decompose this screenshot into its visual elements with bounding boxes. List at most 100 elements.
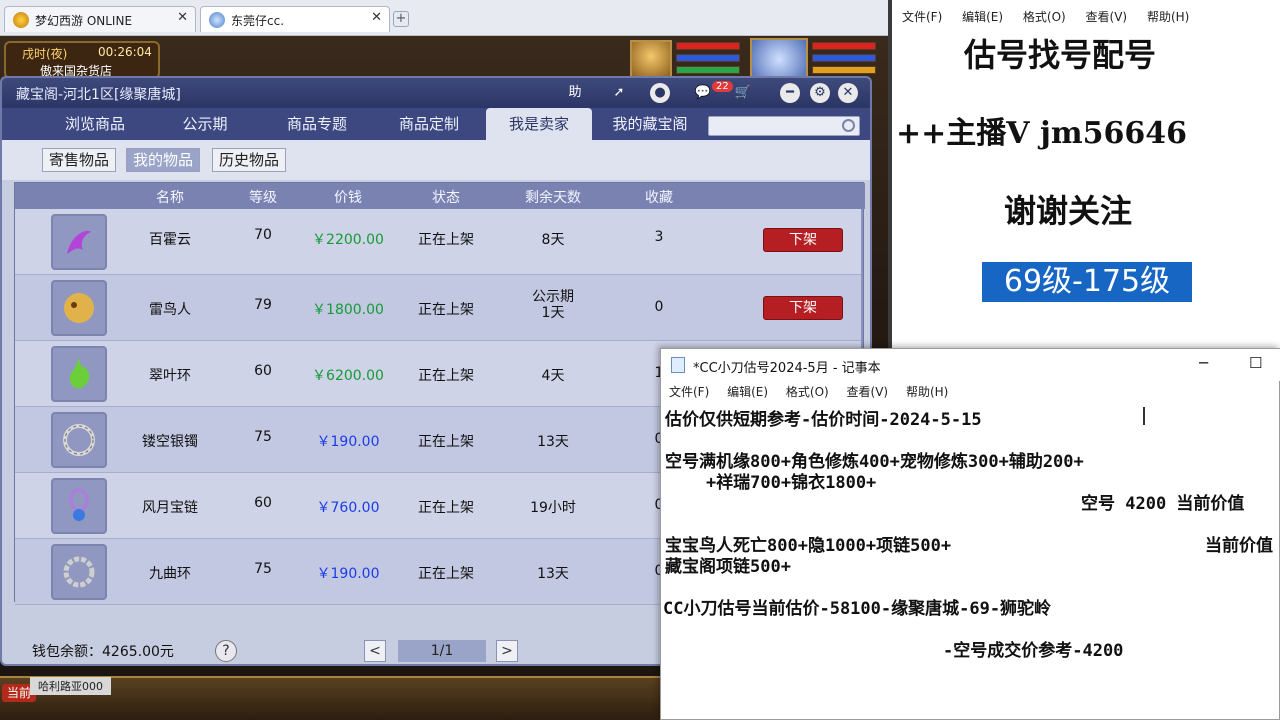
item-icon [51,346,107,402]
tab-browse[interactable]: 浏览商品 [40,108,150,140]
chat-player-name: 哈利路亚000 [30,677,111,695]
wallet-balance: 钱包余额：4265.00元 [32,644,174,660]
text-line: CC小刀估号当前估价-58100-缘聚唐城-69-狮驼岭 [663,599,1052,619]
table-row[interactable]: 雷鸟人 79 ￥1800.00 正在上架 公示期 1天 0 下架 [15,275,861,341]
exp-bar [676,66,740,74]
notepad-line: 谢谢关注 [1004,192,1133,230]
text-line: 空号 4200 当前价值 [1081,494,1245,514]
item-days: 19小时 [530,500,576,516]
next-page-button[interactable]: > [496,640,518,662]
item-status: 正在上架 [418,566,474,582]
minimize-icon[interactable]: ─ [1199,354,1208,372]
item-favorites: 0 [654,299,664,315]
settings-icon[interactable]: ⚙ [810,83,830,103]
notepad-menu-bar: 文件(F) 编辑(E) 格式(O) 查看(V) 帮助(H) [661,383,954,400]
item-favorites: 3 [654,229,664,245]
menu-edit[interactable]: 编辑(E) [962,10,1003,24]
item-level: 75 [254,429,272,445]
subtab-history[interactable]: 历史物品 [212,148,287,172]
minimize-icon[interactable]: ━ [780,83,800,103]
item-name: 翠叶环 [149,368,191,384]
search-icon[interactable] [842,119,855,132]
item-days: 8天 [541,232,565,248]
new-tab-button[interactable]: + [393,11,409,27]
column-name: 名称 [156,190,184,206]
notepad-icon [671,357,685,373]
item-level: 75 [254,561,272,577]
menu-view[interactable]: 查看(V) [847,385,889,399]
column-days: 剩余天数 [525,190,581,206]
notepad-titlebar: *CC小刀估号2024-5月 - 记事本 ─ ☐ [661,349,1280,381]
item-level: 70 [254,227,272,243]
sub-tabs: 寄售物品 我的物品 历史物品 [2,140,870,180]
item-name: 百霍云 [149,232,191,248]
browser-tab-mhxy[interactable]: 梦幻西游 ONLINE ✕ [4,6,196,32]
item-level: 60 [254,495,272,511]
close-icon[interactable]: ✕ [371,10,382,25]
column-price: 价钱 [334,190,362,206]
item-icon [51,544,107,600]
menu-edit[interactable]: 编辑(E) [727,385,768,399]
table-row[interactable]: 百霍云 70 ￥2200.00 正在上架 8天 3 下架 [15,209,861,275]
text-line: -空号成交价参考-4200 [943,641,1124,661]
menu-format[interactable]: 格式(O) [786,385,829,399]
item-days: 4天 [541,368,565,384]
tab-topics[interactable]: 商品专题 [260,108,374,140]
hp-bar [812,42,876,50]
search-input[interactable] [708,116,860,136]
column-status: 状态 [432,190,460,206]
item-price: ￥190.00 [316,566,380,582]
time-value: 00:26:04 [98,45,152,59]
table-header: 名称 等级 价钱 状态 剩余天数 收藏 [15,183,865,209]
text-line: 藏宝阁项链500+ [665,557,791,577]
item-price: ￥6200.00 [312,368,384,384]
item-price: ￥1800.00 [312,302,384,318]
tab-announce[interactable]: 公示期 [150,108,260,140]
game-logo-icon [13,12,29,28]
close-icon[interactable]: ✕ [177,10,188,25]
tab-my-pavilion[interactable]: 我的藏宝阁 [594,108,706,140]
tab-custom[interactable]: 商品定制 [374,108,484,140]
notepad-line: 估号找号配号 [964,36,1157,74]
notepad-title: *CC小刀估号2024-5月 - 记事本 [693,361,881,376]
item-icon [51,280,107,336]
record-icon[interactable]: ● [650,83,670,103]
game-clock: 戌时(夜) 00:26:04 傲来国杂货店 [4,41,160,79]
item-price: ￥190.00 [316,434,380,450]
subtab-my-items[interactable]: 我的物品 [126,148,201,172]
menu-format[interactable]: 格式(O) [1023,10,1066,24]
item-icon [51,412,107,468]
browser-tab-dgz[interactable]: 东莞仔cc. ✕ [200,6,390,32]
help-button[interactable]: 助 [564,83,586,103]
browser-tab-label: 梦幻西游 ONLINE [35,14,133,28]
close-icon[interactable]: ✕ [838,83,858,103]
chat-bubble-icon[interactable]: 💬 [692,83,714,103]
cart-icon[interactable]: 🛒 [732,83,754,103]
menu-file[interactable]: 文件(F) [902,10,942,24]
mp-bar [676,54,740,62]
time-period: 戌时(夜) [22,47,68,61]
menu-help[interactable]: 帮助(H) [906,385,948,399]
menu-file[interactable]: 文件(F) [669,385,709,399]
cart-count-badge: 22 [712,81,733,92]
item-name: 风月宝链 [142,500,198,516]
subtab-consign[interactable]: 寄售物品 [42,148,117,172]
item-status: 正在上架 [418,500,474,516]
pet-status-bars [676,42,740,78]
maximize-icon[interactable]: ☐ [1249,354,1262,372]
selected-text: 69级-175级 [982,262,1192,302]
share-icon[interactable]: ➚ [608,83,630,103]
help-icon[interactable]: ? [215,640,237,662]
item-days: 公示期 1天 [532,289,574,321]
prev-page-button[interactable]: < [364,640,386,662]
window-titlebar: 藏宝阁-河北1区[缘聚唐城] 助 ➚ ● 💬 22 🛒 ━ ⚙ ✕ [2,78,870,108]
pet-portrait[interactable] [630,40,672,80]
delist-button[interactable]: 下架 [763,228,843,252]
menu-help[interactable]: 帮助(H) [1147,10,1189,24]
item-name: 九曲环 [149,566,191,582]
delist-button[interactable]: 下架 [763,296,843,320]
item-status: 正在上架 [418,232,474,248]
notepad-menu-bar: 文件(F) 编辑(E) 格式(O) 查看(V) 帮助(H) [892,8,1195,25]
menu-view[interactable]: 查看(V) [1086,10,1128,24]
tab-seller[interactable]: 我是卖家 [486,108,592,140]
